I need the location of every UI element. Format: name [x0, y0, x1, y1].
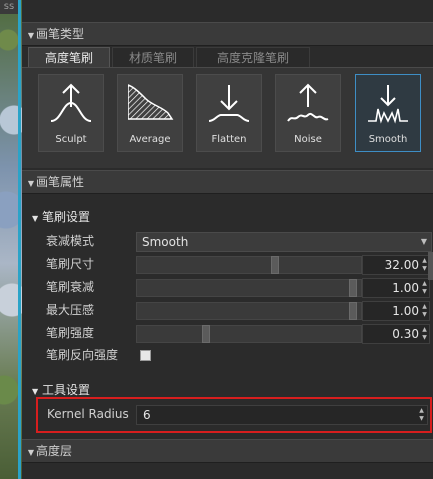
subsection-tool-settings-title: 工具设置: [42, 383, 91, 397]
section-brush-props-title: 画笔属性: [36, 175, 85, 189]
subsection-brush-settings-title: 笔刷设置: [42, 210, 91, 224]
noise-icon: [287, 83, 329, 122]
falloff-mode-value: Smooth: [142, 235, 189, 249]
brush-label: Noise: [294, 134, 322, 145]
brush-smooth[interactable]: Smooth: [355, 74, 421, 152]
kernel-radius-input[interactable]: 6 ▲ ▼: [136, 405, 428, 425]
brush-strength-value: 0.30: [392, 327, 419, 341]
section-brush-props[interactable]: ▼ 画笔属性: [22, 170, 433, 194]
falloff-mode-dropdown[interactable]: Smooth ▼: [136, 232, 432, 252]
max-pressure-label: 最大压感: [46, 303, 95, 317]
collapse-triangle-icon: ▼: [32, 214, 39, 223]
max-pressure-value: 1.00: [392, 304, 419, 318]
brush-label: Smooth: [368, 134, 408, 145]
collapse-triangle-icon: ▼: [27, 448, 35, 457]
collapse-triangle-icon: ▼: [27, 31, 35, 40]
brush-strength-label: 笔刷强度: [46, 326, 95, 340]
sculpt-icon: [50, 83, 92, 122]
section-height-layer-title: 高度层: [36, 444, 73, 458]
tab-material-brush[interactable]: 材质笔刷: [112, 47, 194, 68]
section-brush-type[interactable]: ▼ 画笔类型: [22, 22, 433, 46]
brush-size-value: 32.00: [384, 258, 419, 272]
panel-scrollbar[interactable]: [428, 252, 433, 280]
brush-falloff-row: 笔刷衰减 1.00 ▲ ▼: [22, 277, 433, 298]
spinner-icon[interactable]: ▲ ▼: [418, 407, 425, 423]
brush-average[interactable]: Average: [117, 74, 183, 152]
brush-noise[interactable]: Noise: [275, 74, 341, 152]
section-brush-type-title: 画笔类型: [36, 27, 85, 41]
section-height-layer[interactable]: ▼ 高度层: [22, 439, 433, 463]
max-pressure-input[interactable]: 1.00 ▲ ▼: [362, 301, 430, 321]
slider-knob[interactable]: [271, 256, 279, 274]
falloff-mode-label: 衰减模式: [46, 234, 95, 248]
brush-size-input[interactable]: 32.00 ▲ ▼: [362, 255, 430, 275]
brush-label: Average: [129, 134, 171, 145]
brush-button-row: Sculpt Average Flatten Noise Smooth: [22, 67, 433, 168]
max-pressure-slider[interactable]: [136, 302, 362, 320]
invert-strength-checkbox[interactable]: [140, 350, 151, 361]
max-pressure-row: 最大压感 1.00 ▲ ▼: [22, 300, 433, 321]
falloff-mode-row: 衰减模式 Smooth ▼: [22, 231, 433, 252]
spinner-icon[interactable]: ▲ ▼: [421, 303, 428, 319]
kernel-radius-label: Kernel Radius: [47, 407, 129, 421]
brush-strength-slider[interactable]: [136, 325, 362, 343]
spinner-icon[interactable]: ▲ ▼: [421, 257, 428, 273]
collapse-triangle-icon: ▼: [27, 179, 35, 188]
brush-label: Sculpt: [55, 134, 87, 145]
kernel-radius-value: 6: [143, 408, 151, 422]
brush-panel: ▼ 画笔类型 高度笔刷 材质笔刷 高度克隆笔刷 Sculpt Average F…: [22, 0, 433, 479]
slider-knob[interactable]: [349, 302, 357, 320]
slider-knob[interactable]: [349, 279, 357, 297]
tab-height-brush[interactable]: 高度笔刷: [28, 47, 110, 68]
slider-knob[interactable]: [202, 325, 210, 343]
average-icon: [128, 84, 174, 120]
invert-strength-row: 笔刷反向强度: [22, 345, 433, 366]
brush-falloff-input[interactable]: 1.00 ▲ ▼: [362, 278, 430, 298]
subsection-brush-settings[interactable]: ▼ 笔刷设置: [32, 208, 90, 226]
tab-height-clone-brush[interactable]: 高度克隆笔刷: [196, 47, 310, 68]
smooth-icon: [368, 85, 408, 124]
brush-falloff-value: 1.00: [392, 281, 419, 295]
brush-strength-row: 笔刷强度 0.30 ▲ ▼: [22, 323, 433, 344]
brush-strength-input[interactable]: 0.30 ▲ ▼: [362, 324, 430, 344]
invert-strength-label: 笔刷反向强度: [46, 348, 119, 362]
flatten-icon: [208, 85, 250, 122]
spinner-icon[interactable]: ▲ ▼: [421, 326, 428, 342]
viewport-border: [18, 0, 21, 479]
terrain-viewport[interactable]: ss: [0, 0, 22, 479]
brush-size-slider[interactable]: [136, 256, 362, 274]
spinner-icon[interactable]: ▲ ▼: [421, 280, 428, 296]
brush-falloff-slider[interactable]: [136, 279, 362, 297]
chevron-down-icon: ▼: [420, 237, 427, 246]
brush-sculpt[interactable]: Sculpt: [38, 74, 104, 152]
brush-label: Flatten: [211, 134, 247, 145]
brush-flatten[interactable]: Flatten: [196, 74, 262, 152]
viewport-corner-label: ss: [0, 0, 18, 14]
brush-size-row: 笔刷尺寸 32.00 ▲ ▼: [22, 254, 433, 275]
brush-falloff-label: 笔刷衰减: [46, 280, 95, 294]
brush-size-label: 笔刷尺寸: [46, 257, 95, 271]
